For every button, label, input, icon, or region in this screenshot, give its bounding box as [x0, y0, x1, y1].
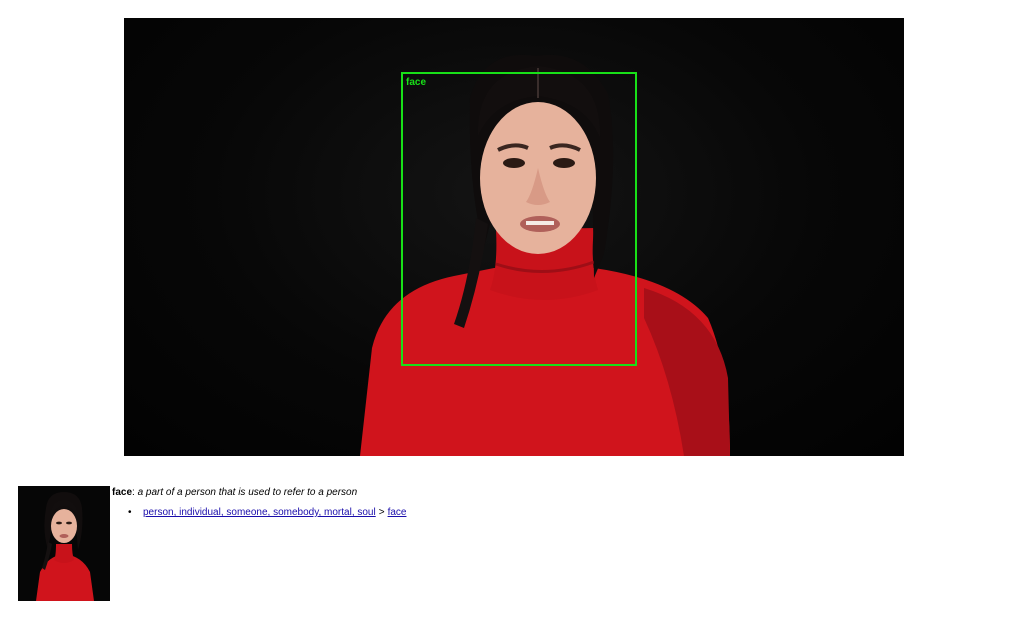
face-bounding-box: face	[401, 72, 637, 366]
bounding-box-label: face	[406, 77, 427, 88]
face-thumbnail	[18, 486, 110, 601]
child-synset-link[interactable]: face	[388, 507, 407, 518]
hierarchy-separator: >	[378, 507, 385, 518]
hierarchy-list: person, individual, someone, somebody, m…	[128, 506, 406, 519]
definition-text: a part of a person that is used to refer…	[137, 487, 358, 498]
parent-synset-link[interactable]: person, individual, someone, somebody, m…	[143, 507, 376, 518]
definition-caption: face: a part of a person that is used to…	[112, 486, 357, 499]
definition-term: face	[112, 487, 133, 498]
thumbnail-illustration	[18, 486, 110, 601]
hierarchy-item: person, individual, someone, somebody, m…	[128, 506, 406, 519]
definition-colon: :	[132, 487, 135, 498]
